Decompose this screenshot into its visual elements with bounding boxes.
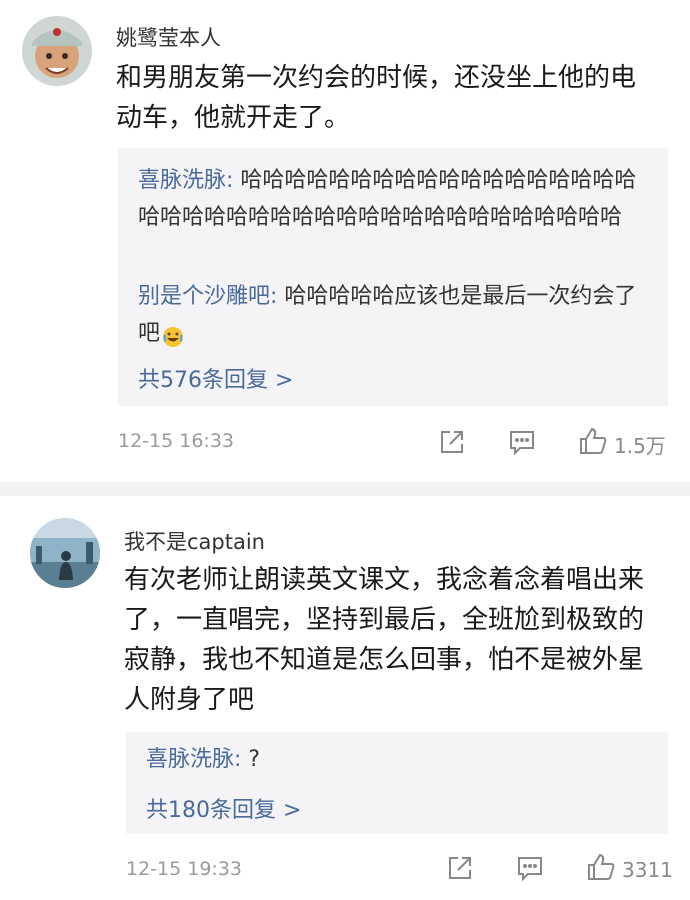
avatar[interactable]: [30, 518, 100, 588]
reply-item: 别是个沙雕吧: 哈哈哈哈哈应该也是最后一次约会了吧: [138, 278, 648, 352]
timestamp: 12-15 16:33: [118, 430, 235, 452]
reply-author[interactable]: 喜脉洗脉:: [138, 168, 233, 193]
comment-text: 有次老师让朗读英文课文，我念着念着唱出来了，一直唱完，坚持到最后，全班尬到极致的…: [124, 565, 645, 715]
avatar[interactable]: [22, 16, 92, 86]
thumbs-up-icon[interactable]: [578, 426, 607, 454]
like-count: 3311: [622, 858, 673, 882]
share-icon[interactable]: [438, 428, 466, 456]
share-icon[interactable]: [446, 854, 474, 882]
comment-card: 我不是captain 有次老师让朗读英文课文，我念着念着唱出来了，一直唱完，坚持…: [0, 496, 690, 900]
comment-icon[interactable]: [508, 428, 536, 456]
divider: [0, 482, 690, 496]
like-count: 1.5万: [614, 434, 666, 458]
reply-box[interactable]: 喜脉洗脉: 哈哈哈哈哈哈哈哈哈哈哈哈哈哈哈哈哈哈哈哈哈哈哈哈哈哈哈哈哈哈哈哈哈哈…: [118, 148, 668, 406]
comment-text: 和男朋友第一次约会的时候，还没坐上他的电动车，他就开走了。: [116, 63, 637, 133]
reply-text: ?: [241, 747, 261, 772]
reply-count-link[interactable]: 共576条回复 >: [138, 362, 293, 394]
reply-item: 喜脉洗脉: 哈哈哈哈哈哈哈哈哈哈哈哈哈哈哈哈哈哈哈哈哈哈哈哈哈哈哈哈哈哈哈哈哈哈…: [138, 162, 648, 236]
username[interactable]: 我不是captain: [124, 526, 265, 556]
reply-box[interactable]: 喜脉洗脉: ? 共180条回复 >: [126, 732, 668, 834]
timestamp: 12-15 19:33: [126, 858, 243, 880]
username[interactable]: 姚鹭莹本人: [116, 22, 221, 52]
reply-author[interactable]: 别是个沙雕吧:: [138, 284, 277, 309]
laugh-cry-emoji-icon: [162, 323, 184, 347]
thumbs-up-icon[interactable]: [586, 852, 615, 880]
reply-count-link[interactable]: 共180条回复 >: [146, 792, 301, 824]
comment-card: 姚鹭莹本人 和男朋友第一次约会的时候，还没坐上他的电动车，他就开走了。 喜脉洗脉…: [0, 0, 690, 480]
comment-icon[interactable]: [516, 854, 544, 882]
reply-author[interactable]: 喜脉洗脉:: [146, 747, 241, 772]
reply-item: 喜脉洗脉: ?: [146, 742, 646, 778]
